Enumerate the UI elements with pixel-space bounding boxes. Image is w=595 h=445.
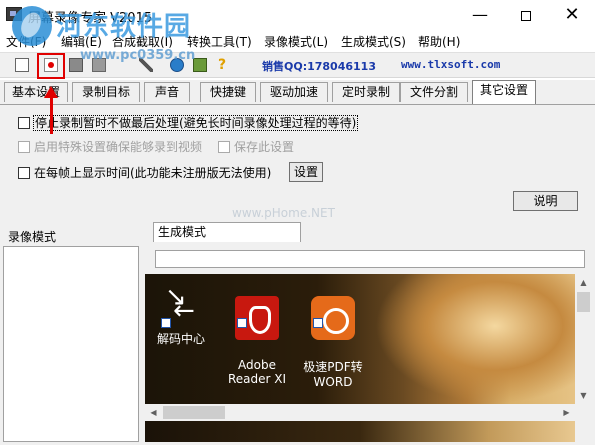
watermark-logo	[12, 6, 52, 46]
tab-basic[interactable]: 基本设置	[4, 82, 68, 102]
new-button[interactable]	[12, 56, 32, 75]
option-special-checkbox[interactable]	[18, 141, 30, 153]
settings-panel: 停止录制暂时不做最后处理(避免长时间录像处理过程的等待) 启用特殊设置确保能够录…	[0, 104, 595, 216]
maximize-icon	[521, 10, 531, 21]
menu-generate-mode[interactable]: 生成模式(S)	[341, 33, 406, 50]
tab-timed-record[interactable]: 定时录制	[332, 82, 400, 102]
option-special-row[interactable]: 启用特殊设置确保能够录到视频	[18, 138, 202, 155]
progress-bar	[155, 250, 585, 268]
option-save-row[interactable]: 保存此设置	[218, 138, 294, 155]
option-save-checkbox[interactable]	[218, 141, 230, 153]
record-mode-list[interactable]	[3, 246, 139, 442]
maximize-button[interactable]	[503, 0, 549, 30]
tab-driver-accel[interactable]: 驱动加速	[260, 82, 328, 102]
menu-record-mode[interactable]: 录像模式(L)	[264, 33, 328, 50]
tab-sound[interactable]: 声音	[144, 82, 190, 102]
desktop-icon-label: 极速PDF转 WORD	[303, 360, 363, 389]
record-highlight-box	[37, 53, 65, 79]
desktop-icon-adobe-reader[interactable]: Adobe Reader XI	[225, 282, 289, 400]
instructions-button[interactable]: 说明	[513, 191, 578, 211]
preview-background	[375, 274, 575, 404]
sales-qq-link[interactable]: 销售QQ:178046113	[262, 58, 376, 74]
new-file-icon	[15, 58, 29, 72]
preview-area: 解码中心 Adobe Reader XI 极速PDF转 WORD	[145, 274, 575, 404]
scroll-right-icon[interactable]: ▶	[558, 404, 575, 421]
watermark-url: www.pc0359.cn	[80, 48, 196, 63]
red-arrow-annotation	[44, 86, 58, 134]
option-save-label: 保存此设置	[234, 140, 295, 154]
tab-hotkeys[interactable]: 快捷键	[200, 82, 256, 102]
scroll-up-icon[interactable]: ▲	[575, 274, 592, 291]
desktop-icon-label: Adobe Reader XI	[227, 358, 287, 386]
option-special-label: 启用特殊设置确保能够录到视频	[34, 140, 203, 154]
arrow-shaft	[50, 96, 53, 134]
tab-other-settings[interactable]: 其它设置	[472, 80, 536, 104]
tab-record-target[interactable]: 录制目标	[72, 82, 140, 102]
help-button[interactable]: ?	[212, 56, 232, 75]
desktop-icon-pdf-to-word[interactable]: 极速PDF转 WORD	[301, 282, 365, 403]
close-button[interactable]: ✕	[549, 0, 595, 30]
watermark-center: www.pHome.NET	[232, 206, 335, 220]
tab-generate-mode[interactable]: 生成模式	[153, 222, 301, 242]
option-pause-checkbox[interactable]	[18, 117, 30, 129]
scroll-down-icon[interactable]: ▼	[575, 387, 592, 404]
menu-tools[interactable]: 转换工具(T)	[187, 33, 252, 50]
scroll-thumb[interactable]	[163, 406, 225, 419]
settings-tabs: 基本设置 录制目标 声音 快捷键 驱动加速 定时录制 文件分割 其它设置	[0, 80, 595, 104]
scroll-thumb[interactable]	[577, 292, 590, 312]
watermark-title: 河东软件园	[56, 12, 192, 42]
settings-button[interactable]: 设置	[289, 162, 323, 182]
shortcut-arrow-icon	[313, 318, 323, 328]
option-timestamp-row[interactable]: 在每帧上显示时间(此功能未注册版无法使用)	[18, 164, 271, 181]
website-link[interactable]: www.tlxsoft.com	[401, 58, 500, 71]
tab-file-split[interactable]: 文件分割	[400, 82, 468, 102]
record-mode-label: 录像模式	[8, 230, 57, 244]
minimize-button[interactable]: —	[457, 0, 503, 30]
desktop-icon-label: 解码中心	[156, 332, 205, 346]
preview-vertical-scrollbar[interactable]: ▲ ▼	[575, 274, 592, 404]
option-timestamp-label: 在每帧上显示时间(此功能未注册版无法使用)	[34, 166, 272, 180]
shortcut-arrow-icon	[237, 318, 247, 328]
scroll-left-icon[interactable]: ◀	[145, 404, 162, 421]
option-timestamp-checkbox[interactable]	[18, 167, 30, 179]
preview-horizontal-scrollbar[interactable]: ◀ ▶	[145, 404, 592, 421]
option-pause-row[interactable]: 停止录制暂时不做最后处理(避免长时间录像处理过程的等待)	[18, 114, 359, 131]
help-icon: ?	[217, 57, 227, 73]
menu-help[interactable]: 帮助(H)	[418, 33, 460, 50]
desktop-icon-decoder[interactable]: 解码中心	[149, 282, 213, 347]
shortcut-arrow-icon	[161, 318, 171, 328]
option-pause-label: 停止录制暂时不做最后处理(避免长时间录像处理过程的等待)	[32, 115, 359, 131]
